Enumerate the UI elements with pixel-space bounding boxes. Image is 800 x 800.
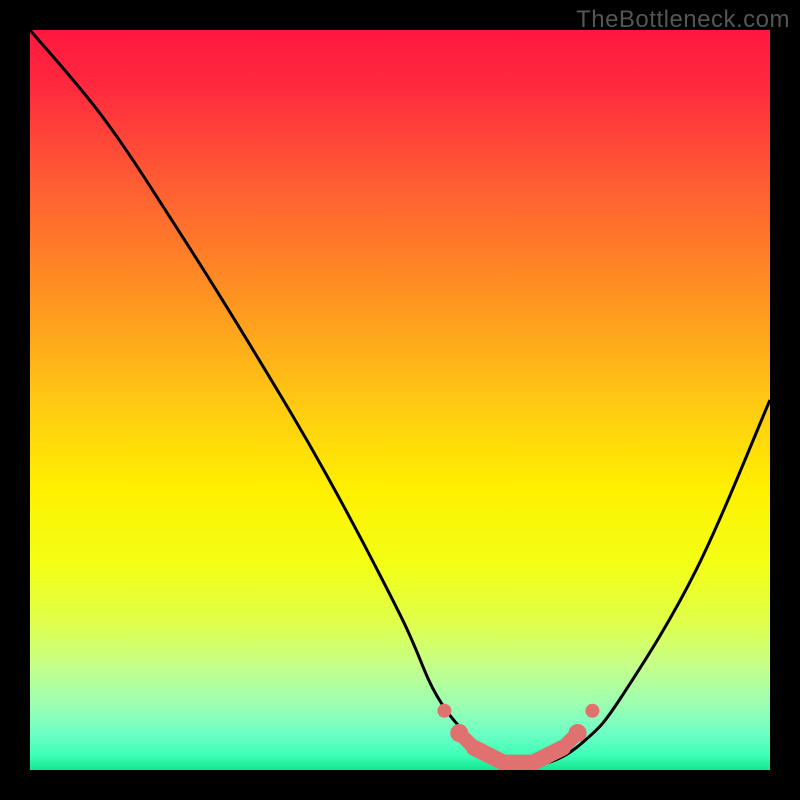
bottleneck-curve (30, 30, 770, 766)
curve-layer (30, 30, 770, 770)
optimal-zone-dots (437, 704, 599, 748)
chart-frame: TheBottleneck.com (0, 0, 800, 800)
plot-area (30, 30, 770, 770)
optimal-zone-curve (474, 748, 563, 763)
